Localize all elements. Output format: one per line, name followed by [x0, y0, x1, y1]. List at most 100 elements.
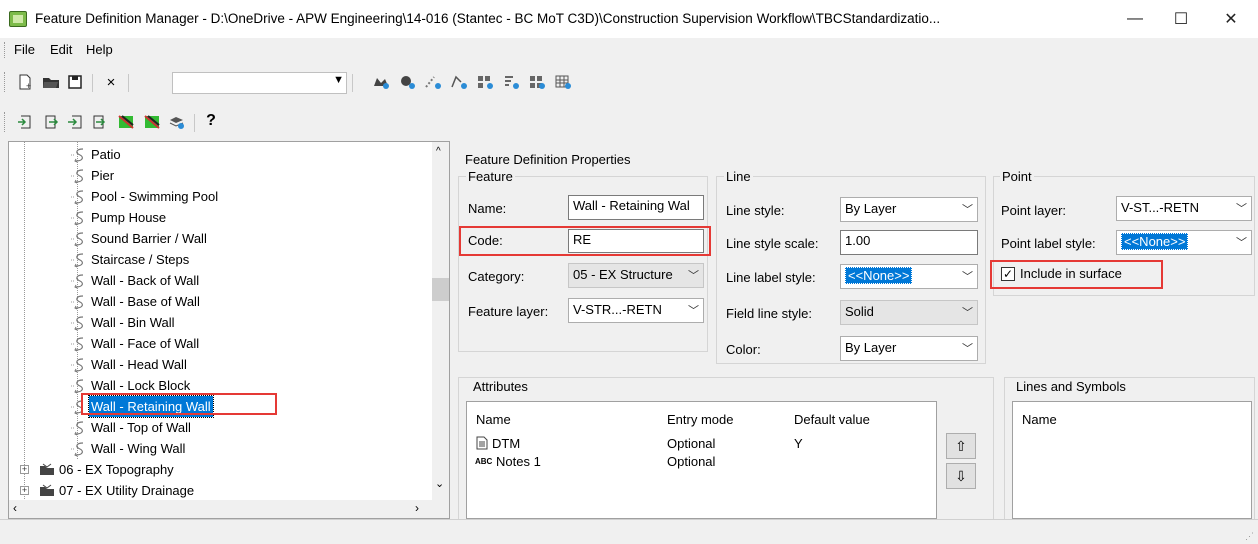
color-select[interactable]: By Layer ﹀: [840, 336, 978, 361]
horizontal-scrollbar[interactable]: ‹ ›: [9, 500, 449, 518]
add-polyline-icon[interactable]: [448, 71, 470, 93]
expand-icon[interactable]: +: [20, 486, 29, 495]
add-block-icon[interactable]: [526, 71, 548, 93]
feature-line-icon: [69, 293, 87, 311]
code-highlight-box: [459, 226, 711, 256]
menu-edit[interactable]: Edit: [50, 42, 72, 57]
delete-icon[interactable]: ×: [100, 71, 122, 93]
svg-text:+: +: [26, 81, 31, 90]
line-style-scale-field[interactable]: 1.00: [840, 230, 978, 255]
scrollbar-thumb[interactable]: [432, 278, 449, 301]
new-file-icon[interactable]: +: [14, 71, 36, 93]
category-folder-icon: [39, 462, 55, 476]
chevron-down-icon: ﹀: [962, 307, 973, 319]
add-table-icon[interactable]: [552, 71, 574, 93]
tree-item[interactable]: Wall - Base of Wall: [89, 291, 202, 312]
scroll-down-icon[interactable]: ⌄: [435, 477, 444, 490]
help-icon[interactable]: ?: [200, 110, 222, 132]
point-layer-select[interactable]: V-ST...-RETN ﹀: [1116, 196, 1252, 221]
open-folder-icon[interactable]: [40, 71, 62, 93]
scroll-left-icon[interactable]: ‹: [13, 501, 17, 515]
scroll-right-icon[interactable]: ›: [415, 501, 419, 515]
tree-item[interactable]: Wall - Bin Wall: [89, 312, 177, 333]
close-button[interactable]: ✕: [1208, 0, 1254, 38]
feature-layer-value: V-STR...-RETN: [573, 302, 662, 317]
category-folder-icon: [39, 483, 55, 497]
scroll-up-icon[interactable]: ^: [436, 146, 441, 157]
menu-file[interactable]: File: [14, 42, 35, 57]
move-up-icon[interactable]: ⇧: [946, 433, 976, 459]
save-icon[interactable]: [64, 71, 86, 93]
chevron-down-icon: ﹀: [1236, 203, 1247, 215]
dtm-icon: [476, 436, 490, 450]
minimize-button[interactable]: —: [1112, 0, 1158, 38]
toolbar-dropdown[interactable]: ▼: [172, 72, 347, 94]
chevron-down-icon: ﹀: [1236, 237, 1247, 249]
export-merge-icon[interactable]: [88, 111, 110, 133]
line-label-style-label: Line label style:: [726, 270, 816, 285]
vertical-scrollbar[interactable]: ^ ⌄: [432, 142, 449, 500]
feature-library-icon[interactable]: [166, 111, 188, 133]
line-style-scale-label: Line style scale:: [726, 236, 819, 251]
move-down-icon[interactable]: ⇩: [946, 463, 976, 489]
attributes-list[interactable]: Name Entry mode Default value DTM Option…: [466, 401, 937, 519]
point-label-style-value: <<None>>: [1121, 233, 1189, 250]
feature-line-icon: [69, 188, 87, 206]
tree-item[interactable]: Wall - Back of Wall: [89, 270, 201, 291]
feature-codes-alt-icon[interactable]: [142, 111, 164, 133]
tree-item[interactable]: Wall - Top of Wall: [89, 417, 193, 438]
import-icon[interactable]: [14, 111, 36, 133]
tree-item[interactable]: Patio: [89, 144, 123, 165]
feature-group-label: Feature: [466, 169, 515, 184]
feature-line-icon: [69, 251, 87, 269]
expand-icon[interactable]: +: [20, 465, 29, 474]
add-feature-icon[interactable]: [370, 71, 392, 93]
point-label-style-select[interactable]: <<None>> ﹀: [1116, 230, 1252, 255]
attr-header-name: Name: [476, 412, 511, 427]
tree-item[interactable]: Sound Barrier / Wall: [89, 228, 209, 249]
point-label-style-label: Point label style:: [1001, 236, 1096, 251]
feature-line-icon: [69, 146, 87, 164]
line-style-select[interactable]: By Layer ﹀: [840, 197, 978, 222]
properties-title: Feature Definition Properties: [465, 152, 631, 167]
add-point-icon[interactable]: [396, 71, 418, 93]
maximize-button[interactable]: ☐: [1158, 0, 1204, 38]
tree-item[interactable]: Wall - Wing Wall: [89, 438, 187, 459]
lines-symbols-list[interactable]: Name: [1012, 401, 1252, 519]
status-bar: ⋰: [0, 519, 1258, 544]
name-field[interactable]: Wall - Retaining Wal: [568, 195, 704, 220]
feature-line-icon: [69, 167, 87, 185]
tree-item[interactable]: Pump House: [89, 207, 168, 228]
tree-item[interactable]: Pier: [89, 165, 116, 186]
feature-tree[interactable]: Patio Pier Pool - Swimming Pool Pump House S…: [8, 141, 450, 519]
line-style-label: Line style:: [726, 203, 785, 218]
toolbar-separator: [128, 74, 129, 92]
point-layer-label: Point layer:: [1001, 203, 1067, 218]
color-label: Color:: [726, 342, 761, 357]
lines-symbols-header-name: Name: [1022, 412, 1057, 427]
feature-codes-icon[interactable]: [116, 111, 138, 133]
line-label-style-select[interactable]: <<None>> ﹀: [840, 264, 978, 289]
attributes-title: Attributes: [471, 379, 530, 394]
color-value: By Layer: [845, 340, 897, 355]
export-icon[interactable]: [40, 111, 62, 133]
menu-help[interactable]: Help: [86, 42, 113, 57]
tree-category[interactable]: 07 - EX Utility Drainage: [59, 480, 194, 501]
tree-category[interactable]: 06 - EX Topography: [59, 459, 174, 480]
tree-item[interactable]: Wall - Face of Wall: [89, 333, 201, 354]
lines-symbols-title: Lines and Symbols: [1014, 379, 1128, 394]
feature-line-icon: [69, 440, 87, 458]
tree-item[interactable]: Pool - Swimming Pool: [89, 186, 220, 207]
field-line-style-value: Solid: [845, 304, 874, 319]
import-merge-icon[interactable]: [64, 111, 86, 133]
field-line-style-select[interactable]: Solid ﹀: [840, 300, 978, 325]
resize-grip-icon[interactable]: ⋰: [1245, 531, 1254, 542]
add-grid-icon[interactable]: [474, 71, 496, 93]
add-line-icon[interactable]: [422, 71, 444, 93]
category-select[interactable]: 05 - EX Structure ﹀: [568, 263, 704, 288]
add-symbol-icon[interactable]: [500, 71, 522, 93]
feature-layer-select[interactable]: V-STR...-RETN ﹀: [568, 298, 704, 323]
attr-row-mode: Optional: [667, 436, 716, 451]
tree-item[interactable]: Staircase / Steps: [89, 249, 191, 270]
tree-item[interactable]: Wall - Head Wall: [89, 354, 189, 375]
